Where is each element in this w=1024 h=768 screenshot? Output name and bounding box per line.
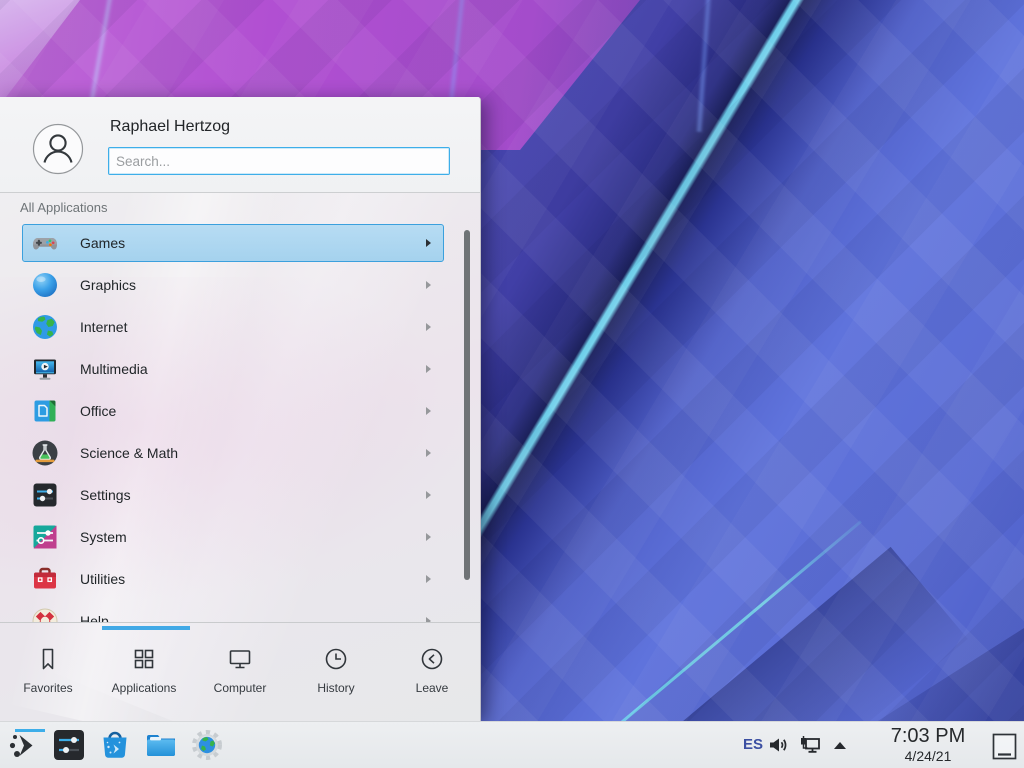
desktop: Raphael Hertzog All Applications Games bbox=[0, 0, 1024, 768]
category-item-games[interactable]: Games bbox=[22, 224, 444, 262]
tab-computer[interactable]: Computer bbox=[192, 623, 288, 721]
system-tray: ES 7:03 PM 4/24/21 bbox=[734, 722, 1024, 768]
active-task-indicator bbox=[15, 729, 45, 732]
discover-launcher[interactable] bbox=[98, 728, 132, 762]
favorites-icon bbox=[34, 645, 62, 673]
category-item-help[interactable]: Help bbox=[22, 602, 444, 623]
search-input[interactable] bbox=[108, 147, 450, 175]
category-item-internet[interactable]: Internet bbox=[22, 308, 444, 346]
system-settings-launcher[interactable] bbox=[52, 728, 86, 762]
dolphin-file-manager-launcher[interactable] bbox=[144, 728, 178, 762]
category-item-multimedia[interactable]: Multimedia bbox=[22, 350, 444, 388]
folder-icon bbox=[144, 728, 178, 762]
category-label: Internet bbox=[80, 319, 127, 335]
tab-label: Applications bbox=[112, 681, 177, 695]
clock-time: 7:03 PM bbox=[878, 724, 978, 748]
tab-history[interactable]: History bbox=[288, 623, 384, 721]
taskbar: ES 7:03 PM 4/24/21 bbox=[0, 721, 1024, 768]
applications-icon bbox=[130, 645, 158, 673]
games-icon bbox=[31, 229, 59, 257]
leave-icon bbox=[418, 645, 446, 673]
tab-applications[interactable]: Applications bbox=[96, 623, 192, 721]
globe-gear-icon bbox=[190, 728, 224, 762]
submenu-arrow-icon bbox=[426, 281, 431, 289]
discover-icon bbox=[98, 728, 132, 762]
keyboard-layout-indicator[interactable]: ES bbox=[743, 736, 763, 753]
category-label: System bbox=[80, 529, 127, 545]
clock-date: 4/24/21 bbox=[878, 748, 978, 764]
submenu-arrow-icon bbox=[426, 365, 431, 373]
history-icon bbox=[322, 645, 350, 673]
category-item-office[interactable]: Office bbox=[22, 392, 444, 430]
digital-clock[interactable]: 7:03 PM 4/24/21 bbox=[878, 724, 978, 764]
scrollbar-thumb[interactable] bbox=[464, 230, 470, 580]
utilities-icon bbox=[31, 565, 59, 593]
category-item-graphics[interactable]: Graphics bbox=[22, 266, 444, 304]
science-math-icon bbox=[31, 439, 59, 467]
launcher-tabbar: Favorites Applications Computer bbox=[0, 623, 480, 721]
submenu-arrow-icon bbox=[426, 575, 431, 583]
category-list: Games Graphics bbox=[0, 218, 460, 623]
volume-icon[interactable] bbox=[767, 734, 789, 756]
category-label: Multimedia bbox=[80, 361, 148, 377]
expand-tray-caret-icon[interactable] bbox=[832, 739, 848, 751]
tab-label: Favorites bbox=[23, 681, 72, 695]
category-label: Graphics bbox=[80, 277, 136, 293]
submenu-arrow-icon bbox=[426, 239, 431, 247]
show-desktop-button[interactable] bbox=[992, 733, 1017, 760]
internet-icon bbox=[31, 313, 59, 341]
submenu-arrow-icon bbox=[426, 323, 431, 331]
submenu-arrow-icon bbox=[426, 449, 431, 457]
office-icon bbox=[31, 397, 59, 425]
network-icon[interactable] bbox=[798, 734, 822, 758]
category-label: Games bbox=[80, 235, 125, 251]
tab-label: Computer bbox=[214, 681, 267, 695]
tab-favorites[interactable]: Favorites bbox=[0, 623, 96, 721]
multimedia-icon bbox=[31, 355, 59, 383]
help-icon bbox=[31, 607, 59, 623]
tab-label: Leave bbox=[416, 681, 449, 695]
submenu-arrow-icon bbox=[426, 533, 431, 541]
system-settings-icon bbox=[52, 728, 86, 762]
user-name: Raphael Hertzog bbox=[110, 118, 230, 136]
application-launcher-popup: Raphael Hertzog All Applications Games bbox=[0, 97, 481, 721]
category-item-settings[interactable]: Settings bbox=[22, 476, 444, 514]
user-avatar-icon bbox=[32, 123, 84, 175]
settings-icon bbox=[31, 481, 59, 509]
category-label: Utilities bbox=[80, 571, 125, 587]
category-item-system[interactable]: System bbox=[22, 518, 444, 556]
category-label: Office bbox=[80, 403, 116, 419]
system-icon bbox=[31, 523, 59, 551]
graphics-icon bbox=[31, 271, 59, 299]
submenu-arrow-icon bbox=[426, 491, 431, 499]
category-item-science-math[interactable]: Science & Math bbox=[22, 434, 444, 472]
section-label: All Applications bbox=[20, 200, 107, 215]
category-item-utilities[interactable]: Utilities bbox=[22, 560, 444, 598]
tab-leave[interactable]: Leave bbox=[384, 623, 480, 721]
tab-label: History bbox=[317, 681, 354, 695]
kickoff-icon bbox=[7, 728, 41, 762]
konqueror-browser-launcher[interactable] bbox=[190, 728, 224, 762]
category-label: Settings bbox=[80, 487, 131, 503]
submenu-arrow-icon bbox=[426, 407, 431, 415]
user-avatar[interactable] bbox=[32, 123, 84, 175]
computer-icon bbox=[226, 645, 254, 673]
application-launcher-button[interactable] bbox=[7, 728, 41, 762]
category-label: Science & Math bbox=[80, 445, 178, 461]
launcher-header: Raphael Hertzog bbox=[0, 97, 480, 193]
